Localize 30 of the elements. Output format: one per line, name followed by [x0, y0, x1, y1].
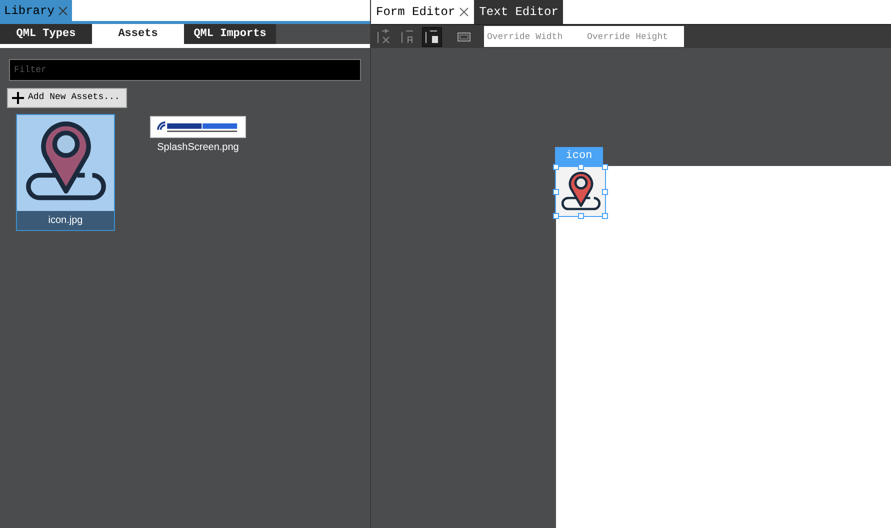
plus-icon	[12, 92, 24, 104]
subtab[interactable]: QML Imports	[184, 24, 276, 44]
resize-handle[interactable]	[578, 213, 584, 219]
resize-handle[interactable]	[602, 164, 608, 170]
resize-handle[interactable]	[578, 164, 584, 170]
snap-icon	[424, 28, 440, 44]
panel-tab[interactable]: Library	[0, 0, 72, 21]
toolbar-button[interactable]	[422, 26, 442, 46]
resize-handle[interactable]	[553, 189, 559, 195]
snap-icon	[376, 28, 392, 44]
close-icon[interactable]	[58, 6, 68, 16]
editor-tab[interactable]: Text Editor	[474, 0, 564, 24]
filter-field[interactable]: Filter	[9, 59, 361, 81]
subtab[interactable]: QML Types	[0, 24, 92, 44]
override-width-field[interactable]: Override Width	[484, 26, 584, 47]
resize-handle[interactable]	[553, 213, 559, 219]
asset-item[interactable]: SplashScreen.png	[147, 114, 249, 158]
close-icon[interactable]	[459, 7, 470, 17]
subtab[interactable]: Assets	[92, 24, 184, 44]
resize-handle[interactable]	[602, 189, 608, 195]
resize-handle[interactable]	[602, 213, 608, 219]
override-height-field[interactable]: Override Height	[584, 26, 684, 47]
icon-item[interactable]	[555, 166, 606, 217]
add-assets-button[interactable]: Add New Assets...	[7, 88, 127, 108]
snap-icon	[400, 28, 416, 44]
item-label: icon	[555, 147, 603, 166]
asset-name: icon.jpg	[48, 214, 83, 228]
resize-handle[interactable]	[553, 164, 559, 170]
asset-item[interactable]: icon.jpg	[16, 114, 115, 231]
asset-name: SplashScreen.png	[157, 141, 239, 155]
